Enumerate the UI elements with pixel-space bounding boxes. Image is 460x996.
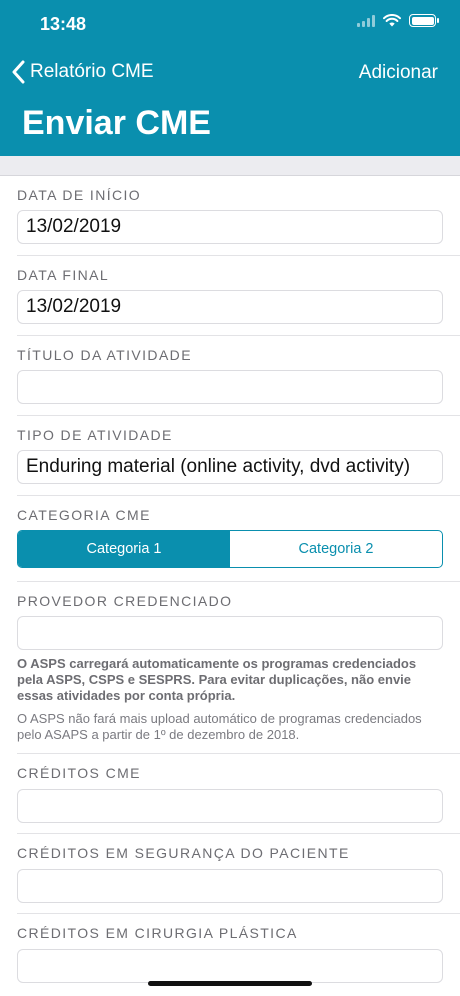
cellular-signal-icon <box>357 14 375 27</box>
end-date-field[interactable]: 13/02/2019 <box>17 290 443 324</box>
separator <box>17 335 460 336</box>
page-title: Enviar CME <box>22 104 211 142</box>
patient-safety-credits-label: CRÉDITOS EM SEGURANÇA DO PACIENTE <box>17 845 350 861</box>
separator <box>17 255 460 256</box>
wifi-icon <box>383 14 401 27</box>
cme-credits-label: CRÉDITOS CME <box>17 765 141 781</box>
separator <box>17 753 460 754</box>
activity-title-field[interactable] <box>17 370 443 404</box>
separator <box>17 913 460 914</box>
category-2-segment[interactable]: Categoria 2 <box>230 531 442 567</box>
cme-credits-field[interactable] <box>17 789 443 823</box>
status-time: 13:48 <box>40 14 87 34</box>
chevron-left-icon <box>12 60 25 84</box>
status-icons <box>357 14 439 27</box>
home-indicator[interactable] <box>148 981 312 986</box>
back-button[interactable]: Relatório CME <box>12 60 154 84</box>
activity-type-label: TIPO DE ATIVIDADE <box>17 427 173 443</box>
category-1-segment[interactable]: Categoria 1 <box>18 531 230 567</box>
separator <box>17 833 460 834</box>
asaps-upload-note: O ASPS não fará mais upload automático d… <box>17 711 422 742</box>
auto-upload-note: O ASPS carregará automaticamente os prog… <box>17 656 417 703</box>
end-date-label: DATA FINAL <box>17 267 110 283</box>
cme-category-label: CATEGORIA CME <box>17 507 151 523</box>
start-date-field[interactable]: 13/02/2019 <box>17 210 443 244</box>
start-date-label: DATA DE INÍCIO <box>17 187 142 203</box>
patient-safety-credits-field[interactable] <box>17 869 443 903</box>
plastic-surgery-credits-field[interactable] <box>17 949 443 983</box>
plastic-surgery-credits-label: CRÉDITOS EM CIRURGIA PLÁSTICA <box>17 925 298 941</box>
activity-title-label: TÍTULO DA ATIVIDADE <box>17 347 192 363</box>
cme-category-segmented-control: Categoria 1 Categoria 2 <box>17 530 443 568</box>
accredited-provider-field[interactable] <box>17 616 443 650</box>
header-divider-band <box>0 156 460 176</box>
separator <box>17 495 460 496</box>
battery-icon <box>409 14 439 27</box>
navigation-header: 13:48 Relatório CME Adicionar Enviar CME <box>0 0 460 156</box>
separator <box>17 581 460 582</box>
activity-type-field[interactable]: Enduring material (online activity, dvd … <box>17 450 443 484</box>
accredited-provider-label: PROVEDOR CREDENCIADO <box>17 593 233 609</box>
separator <box>17 415 460 416</box>
back-button-label: Relatório CME <box>30 61 154 82</box>
add-button[interactable]: Adicionar <box>359 62 438 84</box>
